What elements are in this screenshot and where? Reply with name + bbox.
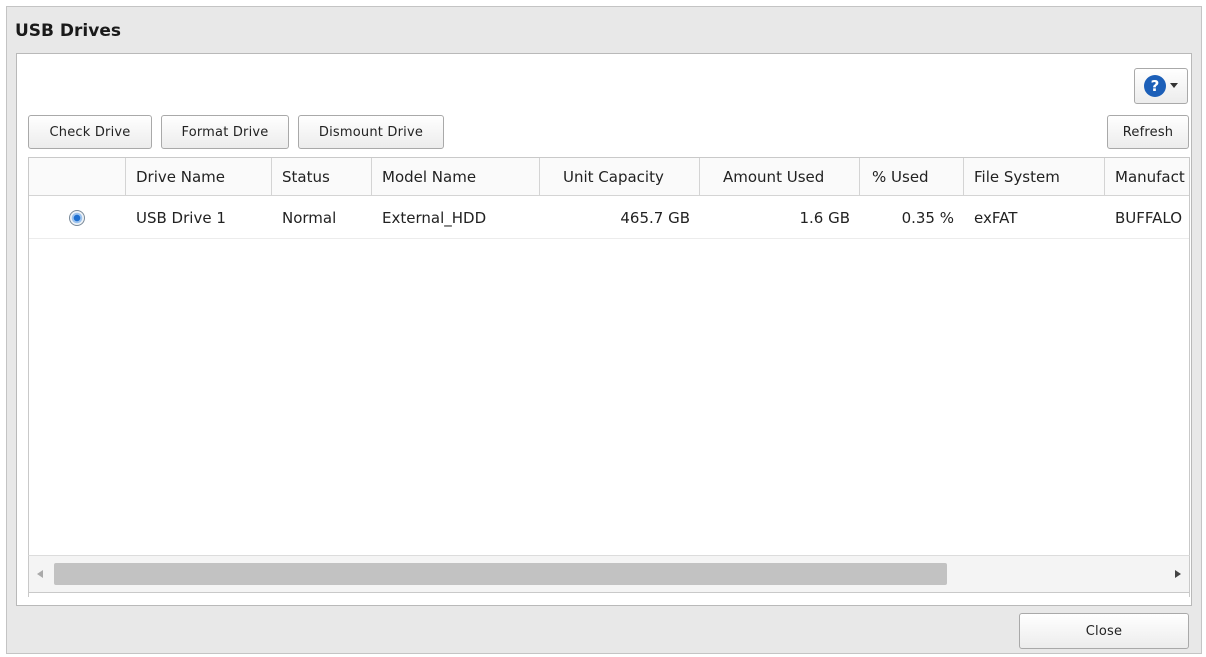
check-drive-button[interactable]: Check Drive (28, 115, 152, 149)
horizontal-scrollbar[interactable] (28, 555, 1190, 593)
column-unit-capacity[interactable]: Unit Capacity (540, 158, 700, 196)
cell-unit-capacity: 465.7 GB (620, 209, 690, 227)
cell-drive-name: USB Drive 1 (136, 209, 226, 227)
column-select (29, 158, 126, 196)
help-menu-button[interactable]: ? (1134, 68, 1188, 104)
format-drive-button[interactable]: Format Drive (161, 115, 289, 149)
column-drive-name[interactable]: Drive Name (126, 158, 272, 196)
row-radio-button[interactable] (69, 210, 85, 226)
column-model-name[interactable]: Model Name (372, 158, 540, 196)
table-row[interactable]: USB Drive 1 Normal External_HDD 465.7 GB… (29, 197, 1189, 239)
scrollbar-thumb[interactable] (54, 563, 947, 585)
column-percent-used[interactable]: % Used (860, 158, 964, 196)
cell-manufacturer: BUFFALO (1115, 209, 1183, 227)
column-status[interactable]: Status (272, 158, 372, 196)
svg-text:?: ? (1151, 78, 1160, 94)
scroll-left-arrow-icon[interactable] (29, 556, 51, 592)
close-button[interactable]: Close (1019, 613, 1189, 649)
drives-panel: ? Check Drive Format Drive Dismount Driv… (16, 53, 1192, 606)
column-manufacturer[interactable]: Manufact (1105, 158, 1189, 196)
scroll-right-arrow-icon[interactable] (1167, 556, 1189, 592)
column-file-system[interactable]: File System (964, 158, 1105, 196)
table-header: Drive Name Status Model Name Unit Capaci… (29, 158, 1189, 196)
dismount-drive-button[interactable]: Dismount Drive (298, 115, 444, 149)
row-select-cell[interactable] (29, 197, 126, 239)
drives-table: Drive Name Status Model Name Unit Capaci… (28, 157, 1190, 597)
column-amount-used[interactable]: Amount Used (700, 158, 860, 196)
question-circle-icon: ? (1144, 75, 1166, 97)
cell-model-name: External_HDD (382, 209, 487, 227)
refresh-button[interactable]: Refresh (1107, 115, 1189, 149)
caret-down-icon (1170, 83, 1178, 88)
dialog-title: USB Drives (15, 21, 121, 41)
usb-drives-dialog: USB Drives ? Check Drive Format Drive Di… (6, 6, 1202, 654)
cell-status: Normal (282, 209, 337, 227)
cell-file-system: exFAT (974, 209, 1018, 227)
cell-percent-used: 0.35 % (901, 209, 954, 227)
cell-amount-used: 1.6 GB (799, 209, 850, 227)
